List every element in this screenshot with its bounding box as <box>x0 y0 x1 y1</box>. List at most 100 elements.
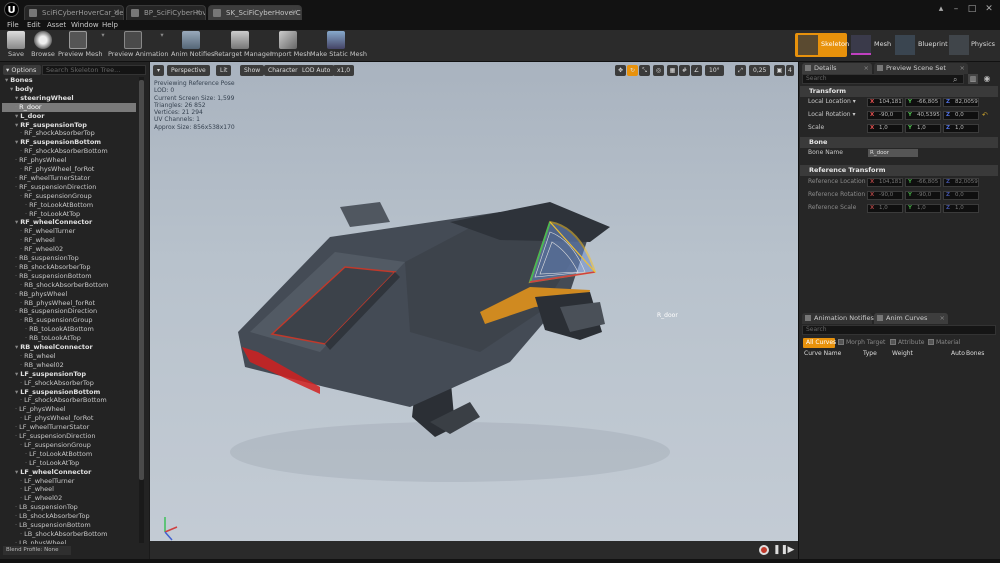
viewport-options-icon[interactable]: ▾ <box>153 65 164 76</box>
local-rotation-label[interactable]: Local Rotation ▾ <box>808 110 855 120</box>
tree-bone-row[interactable]: ▾ body <box>2 85 136 94</box>
tree-bone-row[interactable]: · LF_wheel <box>2 485 136 494</box>
tree-bone-row[interactable]: · RB_physWheel <box>2 290 136 299</box>
expand-arrow-icon[interactable]: · <box>15 183 17 191</box>
playback-speed-button[interactable]: x1,0 <box>333 65 355 76</box>
menu-file[interactable]: File <box>7 20 19 30</box>
location-y-field[interactable]: Y -66,805 <box>905 98 941 107</box>
close-window-icon[interactable]: ✕ <box>983 3 995 15</box>
tree-bone-row[interactable]: ▾ RF_wheelConnector <box>2 218 136 227</box>
tree-bone-row[interactable]: · RB_suspensionDirection <box>2 307 136 316</box>
col-bones[interactable]: Bones <box>966 349 984 358</box>
col-curve-name[interactable]: Curve Name <box>804 349 841 358</box>
camera-speed-icon[interactable]: ▣ <box>774 65 785 76</box>
preview-mesh-button[interactable]: Preview Mesh <box>58 31 102 61</box>
mode-mesh[interactable]: Mesh <box>849 33 891 57</box>
expand-arrow-icon[interactable]: ▾ <box>15 112 18 120</box>
minimize-icon[interactable]: – <box>950 3 962 15</box>
expand-arrow-icon[interactable]: · <box>20 414 22 422</box>
expand-arrow-icon[interactable]: · <box>15 156 17 164</box>
options-dropdown[interactable]: ▾ Options <box>3 65 41 75</box>
tree-bone-row[interactable]: · RB_toLookAtBottom <box>2 325 136 334</box>
scale-z-field[interactable]: Z 1,0 <box>943 124 979 133</box>
expand-arrow-icon[interactable]: ▾ <box>10 85 13 93</box>
tree-bone-row[interactable]: · LF_wheelTurner <box>2 477 136 486</box>
expand-arrow-icon[interactable]: · <box>25 450 27 458</box>
scale-x-field[interactable]: X 1,0 <box>867 124 903 133</box>
col-auto[interactable]: Auto <box>951 349 965 358</box>
reference-transform-section-header[interactable]: Reference Transform <box>800 165 998 176</box>
expand-arrow-icon[interactable]: · <box>25 334 27 342</box>
expand-arrow-icon[interactable]: · <box>15 521 17 529</box>
tree-bone-row[interactable]: ▾ LF_suspensionTop <box>2 370 136 379</box>
expand-arrow-icon[interactable]: · <box>20 299 22 307</box>
record-button[interactable] <box>759 545 769 555</box>
close-tab-icon[interactable]: × <box>291 8 297 16</box>
tab-blueprint[interactable]: BP_SciFiCyberHoverCar × <box>126 5 206 20</box>
tree-bone-row[interactable]: · R_door <box>2 102 136 112</box>
tree-bone-row[interactable]: · LF_shockAbsorberTop <box>2 379 136 388</box>
tree-bone-row[interactable]: · LF_suspensionDirection <box>2 432 136 441</box>
expand-arrow-icon[interactable]: · <box>20 352 22 360</box>
tree-bone-row[interactable]: · RF_wheel02 <box>2 245 136 254</box>
tree-bone-row[interactable]: · RF_suspensionDirection <box>2 183 136 192</box>
expand-arrow-icon[interactable]: ▾ <box>15 388 18 396</box>
curves-search-input[interactable]: Search <box>802 325 996 335</box>
tree-bone-row[interactable]: · RB_suspensionBottom <box>2 272 136 281</box>
expand-arrow-icon[interactable]: ▾ <box>15 343 18 351</box>
tree-bone-row[interactable]: · RB_shockAbsorberBottom <box>2 281 136 290</box>
tree-scrollbar[interactable] <box>139 80 144 480</box>
scale-icon[interactable]: ⤡ <box>639 65 650 76</box>
tree-bone-row[interactable]: · LF_shockAbsorberBottom <box>2 396 136 405</box>
expand-arrow-icon[interactable]: · <box>25 325 27 333</box>
expand-arrow-icon[interactable]: · <box>15 512 17 520</box>
unreal-logo-icon[interactable]: U <box>4 2 19 17</box>
tab-skeletal-mesh[interactable]: SK_SciFiCyberHoverCar × <box>208 5 302 20</box>
local-location-label[interactable]: Local Location ▾ <box>808 97 856 107</box>
menu-window[interactable]: Window <box>71 20 99 30</box>
expand-arrow-icon[interactable]: ▾ <box>15 138 18 146</box>
property-matrix-icon[interactable]: ▥ <box>968 74 978 84</box>
expand-arrow-icon[interactable]: · <box>25 201 27 209</box>
tree-bone-row[interactable]: · RF_wheelTurner <box>2 227 136 236</box>
grid-snap-icon[interactable]: # <box>679 65 690 76</box>
tree-bone-row[interactable]: · LF_toLookAtBottom <box>2 450 136 459</box>
lod-button[interactable]: LOD Auto <box>298 65 335 76</box>
filter-attribute[interactable]: Attribute <box>890 338 925 348</box>
tree-bone-row[interactable]: · RB_shockAbsorberTop <box>2 263 136 272</box>
show-button[interactable]: Show <box>240 65 265 76</box>
expand-arrow-icon[interactable]: · <box>20 281 22 289</box>
expand-arrow-icon[interactable]: · <box>25 459 27 467</box>
rotation-snap-value[interactable]: 10° <box>705 65 724 76</box>
tab-animation-notifies[interactable]: Animation Notifies <box>802 313 874 324</box>
expand-arrow-icon[interactable]: · <box>25 210 27 218</box>
expand-arrow-icon[interactable]: · <box>20 494 22 502</box>
tab-anim-curves[interactable]: Anim Curves × <box>874 313 948 324</box>
maximize-icon[interactable]: □ <box>966 3 978 15</box>
tree-bone-row[interactable]: · RB_wheel <box>2 352 136 361</box>
close-tab-icon[interactable]: × <box>195 8 201 16</box>
expand-arrow-icon[interactable]: · <box>20 477 22 485</box>
expand-arrow-icon[interactable]: · <box>15 503 17 511</box>
tree-bone-row[interactable]: ▾ L_door <box>2 112 136 121</box>
tree-bone-row[interactable]: · RF_wheelTurnerStator <box>2 174 136 183</box>
close-tab-icon[interactable]: × <box>113 8 119 16</box>
expand-arrow-icon[interactable]: ▾ <box>15 370 18 378</box>
scale-snap-value[interactable]: 0,25 <box>749 65 771 76</box>
tree-bone-row[interactable]: · RB_wheel02 <box>2 361 136 370</box>
expand-arrow-icon[interactable]: · <box>20 236 22 244</box>
viewport[interactable] <box>150 62 798 559</box>
rotate-icon[interactable]: ↻ <box>627 65 638 76</box>
tree-bone-row[interactable]: · LF_physWheel <box>2 405 136 414</box>
character-button[interactable]: Character <box>264 65 302 76</box>
expand-arrow-icon[interactable]: · <box>15 103 17 111</box>
expand-arrow-icon[interactable]: · <box>15 272 17 280</box>
expand-arrow-icon[interactable]: · <box>15 263 17 271</box>
filter-all-curves[interactable]: All Curves <box>803 338 836 348</box>
tree-bone-row[interactable]: ▾ RB_wheelConnector <box>2 343 136 352</box>
expand-arrow-icon[interactable]: ▾ <box>15 121 18 129</box>
camera-speed-value[interactable]: 4 <box>786 65 794 76</box>
tree-bone-row[interactable]: · RF_shockAbsorberTop <box>2 129 136 138</box>
expand-arrow-icon[interactable]: · <box>15 254 17 262</box>
tree-bone-row[interactable]: · LF_physWheel_forRot <box>2 414 136 423</box>
